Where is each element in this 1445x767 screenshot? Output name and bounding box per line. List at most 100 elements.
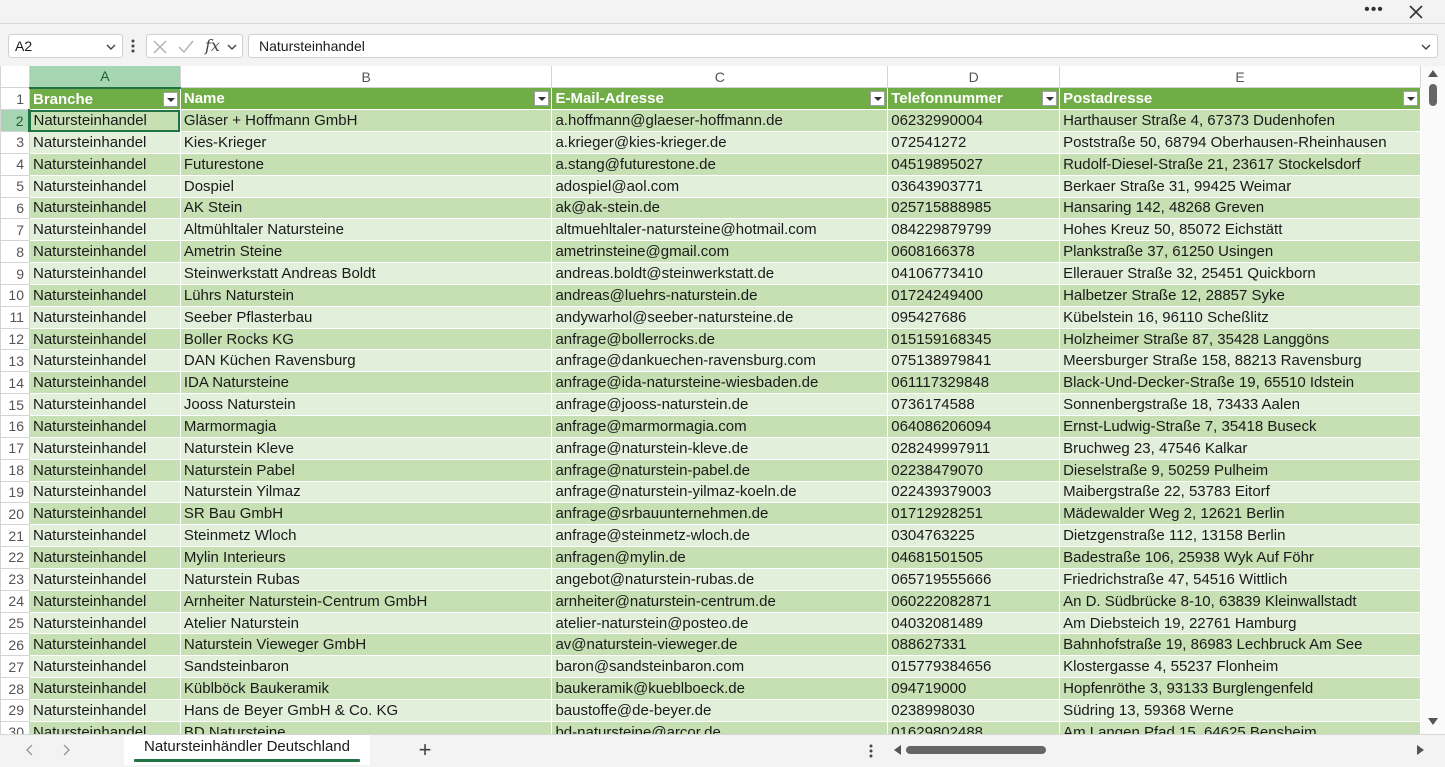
cell-postadresse[interactable]: Badestraße 106, 25938 Wyk Auf Föhr (1059, 546, 1421, 569)
row-number[interactable]: 27 (0, 655, 30, 679)
cell-branche[interactable]: Natursteinhandel (28, 655, 181, 679)
cell-email[interactable]: anfrage@jooss-naturstein.de (551, 393, 889, 416)
cell-name[interactable]: Gläser + Hoffmann GmbH (179, 109, 553, 133)
cell-branche[interactable]: Natursteinhandel (28, 524, 181, 548)
row-number[interactable]: 13 (0, 349, 30, 373)
row-number[interactable]: 22 (0, 546, 30, 569)
row-number[interactable]: 24 (0, 589, 30, 613)
cell-branche[interactable]: Natursteinhandel (28, 196, 181, 220)
cell-telefon[interactable]: 015779384656 (887, 655, 1061, 679)
vertical-scrollbar[interactable] (1421, 66, 1445, 734)
filter-dropdown-icon[interactable] (870, 91, 886, 107)
row-number[interactable]: 20 (0, 502, 30, 526)
cell-name[interactable]: Naturstein Yilmaz (179, 480, 553, 504)
cell-name[interactable]: Atelier Naturstein (179, 611, 553, 635)
cell-branche[interactable]: Natursteinhandel (28, 415, 181, 438)
cell-name[interactable]: SR Bau GmbH (179, 502, 553, 526)
cell-name[interactable]: Hans de Beyer GmbH & Co. KG (179, 698, 553, 722)
cell-telefon[interactable]: 061117329848 (887, 371, 1061, 395)
cell-postadresse[interactable]: An D. Südbrücke 8-10, 63839 Kleinwallsta… (1059, 589, 1421, 613)
header-cell-name[interactable]: Name (179, 87, 553, 111)
more-vertical-icon[interactable] (128, 36, 138, 56)
cell-name[interactable]: BD Natursteine (179, 720, 553, 734)
cell-branche[interactable]: Natursteinhandel (28, 174, 181, 198)
cell-postadresse[interactable]: Sonnenbergstraße 18, 73433 Aalen (1059, 393, 1421, 416)
scroll-right-icon[interactable] (59, 743, 73, 757)
cell-telefon[interactable]: 01712928251 (887, 502, 1061, 526)
filter-dropdown-icon[interactable] (1042, 91, 1058, 107)
cell-postadresse[interactable]: Friedrichstraße 47, 54516 Wittlich (1059, 567, 1421, 591)
cell-postadresse[interactable]: Bahnhofstraße 19, 86983 Lechbruck Am See (1059, 633, 1421, 657)
cell-email[interactable]: a.stang@futurestone.de (551, 152, 889, 176)
cell-name[interactable]: Arnheiter Naturstein-Centrum GmbH (179, 589, 553, 613)
cell-telefon[interactable]: 064086206094 (887, 415, 1061, 438)
header-cell-telefon[interactable]: Telefonnummer (887, 87, 1061, 111)
row-number[interactable]: 15 (0, 393, 30, 416)
cell-name[interactable]: Marmormagia (179, 415, 553, 438)
cell-postadresse[interactable]: Hopfenröthe 3, 93133 Burglengenfeld (1059, 677, 1421, 700)
cell-telefon[interactable]: 095427686 (887, 305, 1061, 329)
cell-postadresse[interactable]: Rudolf-Diesel-Straße 21, 23617 Stockelsd… (1059, 152, 1421, 176)
cell-branche[interactable]: Natursteinhandel (28, 458, 181, 482)
cell-telefon[interactable]: 04106773410 (887, 262, 1061, 285)
cell-telefon[interactable]: 0608166378 (887, 240, 1061, 264)
cell-branche[interactable]: Natursteinhandel (28, 305, 181, 329)
cell-email[interactable]: anfrage@bollerrocks.de (551, 327, 889, 351)
column-header-a[interactable]: A (28, 66, 181, 89)
cell-name[interactable]: Ametrin Steine (179, 240, 553, 264)
cell-email[interactable]: a.hoffmann@glaeser-hoffmann.de (551, 109, 889, 133)
cell-branche[interactable]: Natursteinhandel (28, 262, 181, 285)
cell-name[interactable]: Kies-Krieger (179, 131, 553, 154)
cell-name[interactable]: Jooss Naturstein (179, 393, 553, 416)
cell-postadresse[interactable]: Klostergasse 4, 55237 Flonheim (1059, 655, 1421, 679)
cell-email[interactable]: andreas@luehrs-naturstein.de (551, 283, 889, 307)
row-number[interactable]: 19 (0, 480, 30, 504)
cell-branche[interactable]: Natursteinhandel (28, 371, 181, 395)
row-number[interactable]: 26 (0, 633, 30, 657)
cell-postadresse[interactable]: Berkaer Straße 31, 99425 Weimar (1059, 174, 1421, 198)
column-header-e[interactable]: E (1059, 66, 1421, 89)
cell-postadresse[interactable]: Meersburger Straße 158, 88213 Ravensburg (1059, 349, 1421, 373)
cell-email[interactable]: andreas.boldt@steinwerkstatt.de (551, 262, 889, 285)
cell-branche[interactable]: Natursteinhandel (28, 480, 181, 504)
cell-branche[interactable]: Natursteinhandel (28, 502, 181, 526)
cell-email[interactable]: andywarhol@seeber-natursteine.de (551, 305, 889, 329)
cell-name[interactable]: Mylin Interieurs (179, 546, 553, 569)
cell-telefon[interactable]: 028249997911 (887, 436, 1061, 460)
cell-telefon[interactable]: 0238998030 (887, 698, 1061, 722)
cell-telefon[interactable]: 0304763225 (887, 524, 1061, 548)
cell-name[interactable]: Naturstein Rubas (179, 567, 553, 591)
cell-branche[interactable]: Natursteinhandel (28, 327, 181, 351)
sheet-tab-active[interactable]: Natursteinhändler Deutschland (124, 735, 370, 765)
cell-postadresse[interactable]: Mädewalder Weg 2, 12621 Berlin (1059, 502, 1421, 526)
name-box[interactable]: A2 (8, 34, 123, 58)
cell-telefon[interactable]: 060222082871 (887, 589, 1061, 613)
cell-email[interactable]: arnheiter@naturstein-centrum.de (551, 589, 889, 613)
filter-dropdown-icon[interactable] (162, 91, 178, 107)
more-vertical-icon[interactable] (866, 741, 876, 761)
row-number[interactable]: 18 (0, 458, 30, 482)
cell-email[interactable]: anfrage@srbauunternehmen.de (551, 502, 889, 526)
row-number[interactable]: 10 (0, 283, 30, 307)
cell-telefon[interactable]: 02238479070 (887, 458, 1061, 482)
cell-telefon[interactable]: 075138979841 (887, 349, 1061, 373)
cell-postadresse[interactable]: Kübelstein 16, 96110 Scheßlitz (1059, 305, 1421, 329)
row-number[interactable]: 3 (0, 131, 30, 154)
row-number[interactable]: 5 (0, 174, 30, 198)
cell-branche[interactable]: Natursteinhandel (28, 393, 181, 416)
chevron-down-icon[interactable] (225, 38, 239, 56)
cell-branche[interactable]: Natursteinhandel (28, 109, 181, 133)
cell-email[interactable]: adospiel@aol.com (551, 174, 889, 198)
cell-telefon[interactable]: 01724249400 (887, 283, 1061, 307)
row-number[interactable]: 21 (0, 524, 30, 548)
cell-name[interactable]: Küblböck Baukeramik (179, 677, 553, 700)
cell-branche[interactable]: Natursteinhandel (28, 633, 181, 657)
vertical-scroll-thumb[interactable] (1429, 84, 1437, 106)
cell-telefon[interactable]: 065719555666 (887, 567, 1061, 591)
cell-name[interactable]: AK Stein (179, 196, 553, 220)
cell-branche[interactable]: Natursteinhandel (28, 240, 181, 264)
filter-dropdown-icon[interactable] (534, 91, 550, 107)
cell-telefon[interactable]: 072541272 (887, 131, 1061, 154)
scroll-down-icon[interactable] (1428, 718, 1438, 725)
cell-postadresse[interactable]: Plankstraße 37, 61250 Usingen (1059, 240, 1421, 264)
